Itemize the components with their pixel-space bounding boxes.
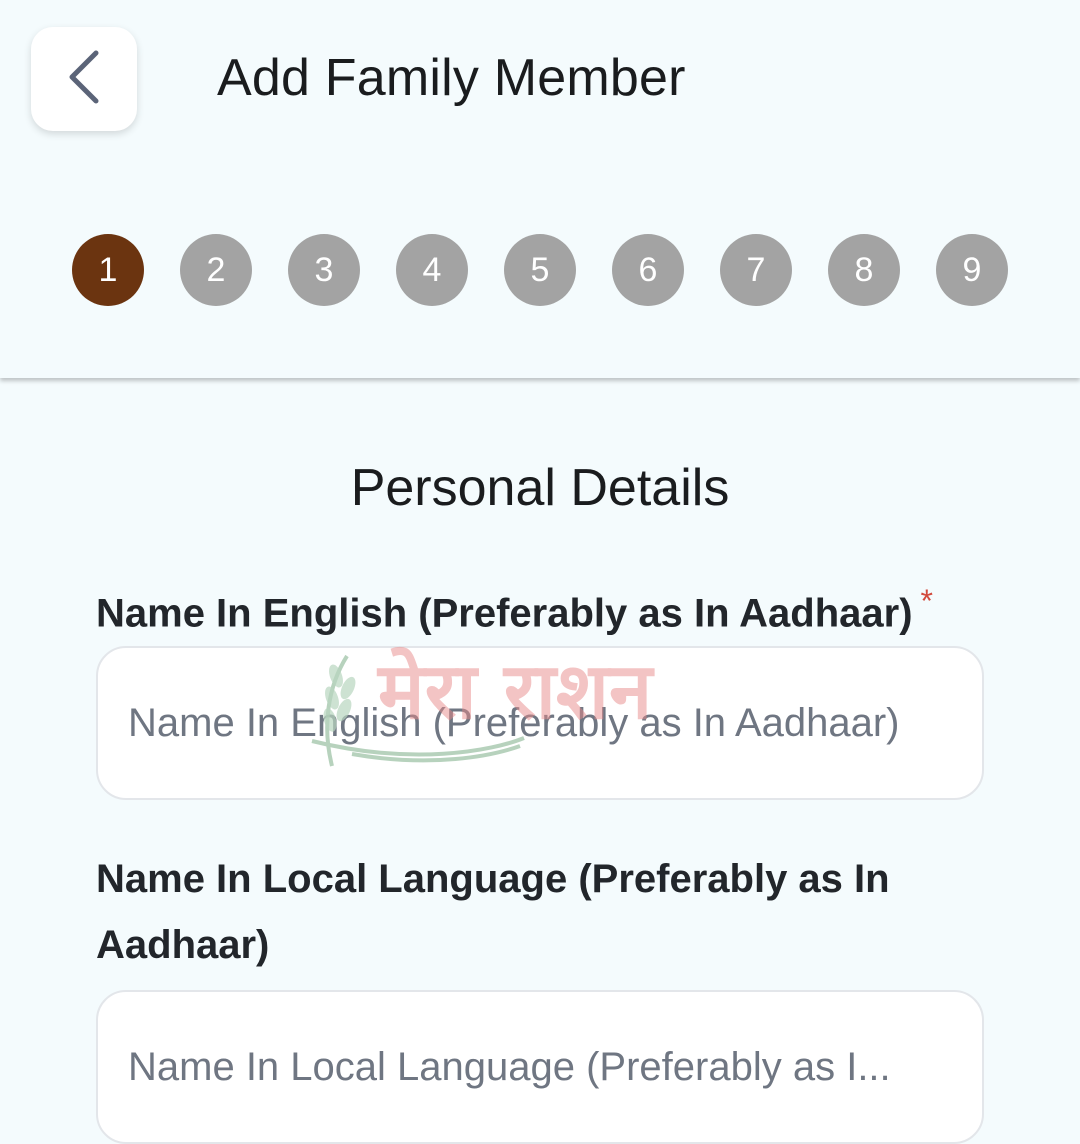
step-8[interactable]: 8	[828, 234, 900, 306]
step-2[interactable]: 2	[180, 234, 252, 306]
required-asterisk: *	[920, 583, 933, 619]
name-local-input[interactable]	[98, 992, 982, 1142]
app-header: Add Family Member 1 2 3 4 5 6 7 8 9	[0, 0, 1080, 378]
section-title: Personal Details	[350, 459, 730, 517]
name-english-field[interactable]	[96, 646, 984, 800]
name-local-label: Name In Local Language (Preferably as In…	[96, 857, 890, 967]
name-local-field[interactable]	[96, 990, 984, 1144]
name-english-input[interactable]	[98, 648, 982, 798]
name-english-label-text: Name In English (Preferably as In Aadhaa…	[96, 591, 913, 636]
step-4[interactable]: 4	[396, 234, 468, 306]
chevron-left-icon	[64, 47, 104, 112]
step-9[interactable]: 9	[936, 234, 1008, 306]
step-5[interactable]: 5	[504, 234, 576, 306]
name-english-label: Name In English (Preferably as In Aadhaa…	[96, 568, 976, 646]
step-6[interactable]: 6	[612, 234, 684, 306]
form-content: Personal Details Name In English (Prefer…	[0, 378, 1080, 1144]
back-button[interactable]	[31, 27, 137, 131]
page-title: Add Family Member	[217, 49, 686, 107]
step-1[interactable]: 1	[72, 234, 144, 306]
step-indicator: 1 2 3 4 5 6 7 8 9	[72, 234, 1008, 306]
step-7[interactable]: 7	[720, 234, 792, 306]
step-3[interactable]: 3	[288, 234, 360, 306]
